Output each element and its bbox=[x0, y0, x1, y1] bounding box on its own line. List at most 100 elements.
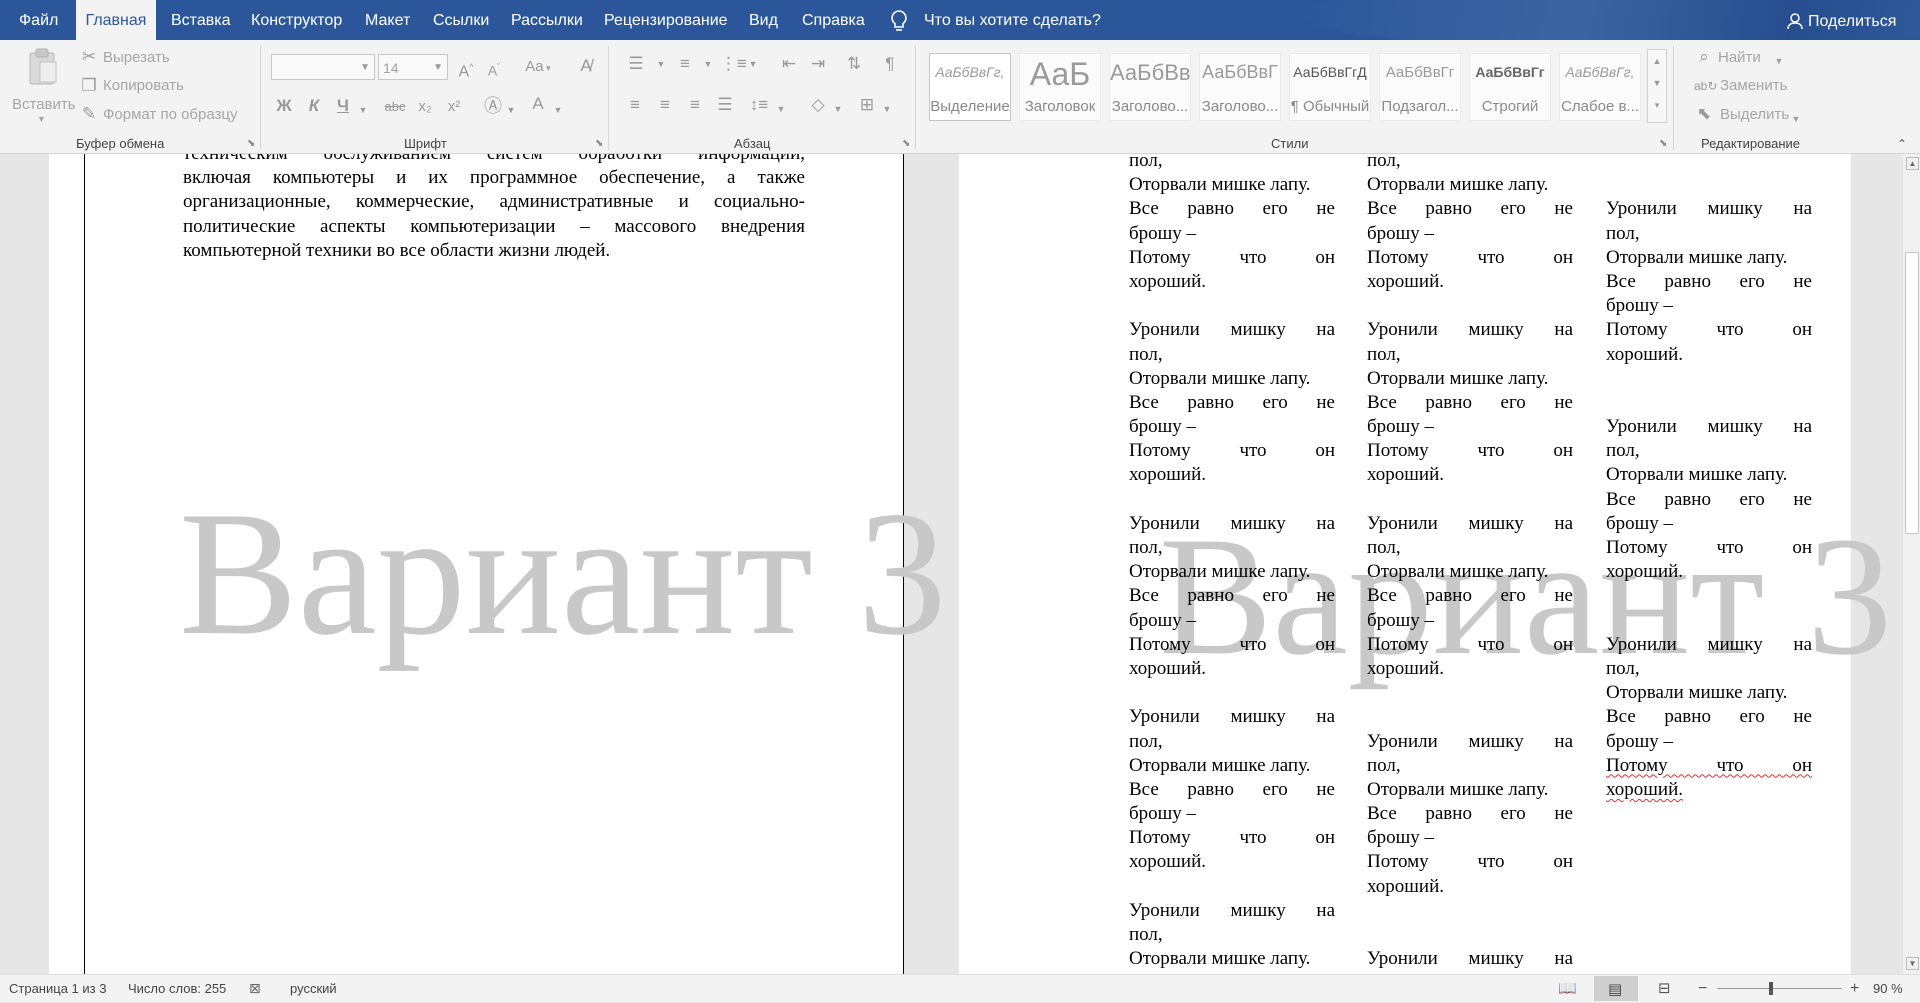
select-button[interactable]: Выделить bbox=[1720, 106, 1789, 123]
font-name-combo[interactable]: ▼ bbox=[271, 54, 375, 80]
tell-me-search[interactable]: Что вы хотите сделать? bbox=[924, 0, 1101, 40]
styles-gallery-scroll[interactable]: ▲ ▼ ▾ bbox=[1647, 49, 1667, 123]
bullets-icon[interactable]: ☰ bbox=[623, 54, 649, 74]
dialog-launcher-icon[interactable]: ⬊ bbox=[1659, 138, 1667, 149]
read-mode-icon[interactable]: 📖 bbox=[1558, 975, 1577, 1002]
tab-references[interactable]: Ссылки bbox=[433, 0, 489, 40]
cut-button[interactable]: Вырезать bbox=[103, 49, 170, 66]
web-layout-icon[interactable]: ⊟ bbox=[1658, 975, 1671, 1002]
chevron-down-icon[interactable]: ▼ bbox=[1773, 51, 1785, 71]
shading-icon[interactable]: ◇ bbox=[806, 95, 830, 115]
style-heading-2[interactable]: АаБбВвГ Заголово... bbox=[1199, 53, 1281, 121]
chevron-down-icon[interactable]: ▼ bbox=[775, 99, 787, 119]
chevron-down-icon[interactable]: ▼ bbox=[1648, 72, 1666, 94]
zoom-level[interactable]: 90 % bbox=[1873, 975, 1903, 1002]
tab-review[interactable]: Рецензирование bbox=[604, 0, 728, 40]
person-icon[interactable] bbox=[1786, 12, 1804, 30]
style-emphasis[interactable]: АаБбВвГг, Выделение bbox=[929, 53, 1011, 121]
tab-view[interactable]: Вид bbox=[749, 0, 778, 40]
dialog-launcher-icon[interactable]: ⬊ bbox=[902, 138, 910, 149]
text-effects-icon[interactable]: Ⓐ bbox=[481, 96, 505, 116]
vertical-scrollbar[interactable]: ▲ ▼ bbox=[1903, 154, 1920, 974]
chevron-down-icon[interactable]: ▼ bbox=[655, 54, 667, 74]
tab-layout[interactable]: Макет bbox=[365, 0, 410, 40]
three-column-text[interactable]: пол, Оторвали мишке лапу. Все равно его не… bbox=[1129, 154, 1829, 974]
chevron-up-icon[interactable]: ▲ bbox=[1906, 157, 1919, 170]
numbering-icon[interactable]: ≡ bbox=[672, 54, 698, 74]
style-normal[interactable]: АаБбВвГгД ¶ Обычный bbox=[1289, 53, 1371, 121]
chevron-down-icon[interactable]: ▼ bbox=[505, 100, 517, 120]
chevron-down-icon[interactable]: ▼ bbox=[357, 100, 369, 120]
zoom-slider[interactable] bbox=[1717, 988, 1842, 989]
tab-design[interactable]: Конструктор bbox=[251, 0, 342, 40]
decrease-indent-icon[interactable]: ⇤ bbox=[777, 54, 801, 74]
style-subtle-emphasis[interactable]: АаБбВвГг, Слабое в... bbox=[1559, 53, 1641, 121]
tab-mailings[interactable]: Рассылки bbox=[511, 0, 583, 40]
pilcrow-icon[interactable]: ¶ bbox=[879, 54, 901, 74]
line-spacing-icon[interactable]: ↕≡ bbox=[747, 95, 771, 115]
sort-icon[interactable]: ⇅ bbox=[843, 54, 865, 74]
grow-font-icon[interactable]: A^ bbox=[456, 57, 476, 82]
multilevel-list-icon[interactable]: ⋮≡ bbox=[720, 54, 747, 74]
bold-icon[interactable]: Ж bbox=[274, 96, 294, 116]
align-right-icon[interactable]: ≡ bbox=[683, 95, 707, 115]
change-case-icon[interactable]: Aa ▾ bbox=[521, 57, 555, 78]
print-layout-button[interactable]: ▤ bbox=[1594, 976, 1638, 1001]
font-size-combo[interactable]: 14 ▼ bbox=[378, 54, 448, 80]
collapse-ribbon-icon[interactable]: ⌃ bbox=[1894, 134, 1910, 154]
find-button[interactable]: Найти bbox=[1718, 49, 1761, 66]
shrink-font-icon[interactable]: Aˇ bbox=[484, 57, 504, 81]
replace-button[interactable]: Заменить bbox=[1720, 77, 1787, 94]
word-count[interactable]: Число слов: 255 bbox=[128, 975, 226, 1002]
chevron-down-icon[interactable]: ▼ bbox=[702, 54, 714, 74]
chevron-down-icon[interactable]: ▼ bbox=[881, 99, 893, 119]
chevron-down-icon[interactable]: ▼ bbox=[747, 54, 759, 74]
zoom-out-icon[interactable]: − bbox=[1698, 975, 1707, 1002]
dialog-launcher-icon[interactable]: ⬊ bbox=[247, 138, 255, 149]
tab-help[interactable]: Справка bbox=[802, 0, 865, 40]
body-paragraph[interactable]: техническим обслуживанием систем обработ… bbox=[183, 154, 805, 263]
dialog-launcher-icon[interactable]: ⬊ bbox=[595, 138, 603, 149]
tab-home[interactable]: Главная bbox=[76, 0, 156, 40]
page-count[interactable]: Страница 1 из 3 bbox=[9, 975, 106, 1002]
clear-formatting-icon[interactable]: A̸ bbox=[575, 56, 597, 76]
italic-icon[interactable]: К bbox=[304, 96, 324, 116]
zoom-in-icon[interactable]: + bbox=[1850, 975, 1859, 1002]
chevron-down-icon[interactable]: ▼ bbox=[832, 99, 844, 119]
gallery-more-icon[interactable]: ▾ bbox=[1648, 94, 1666, 116]
chevron-down-icon[interactable]: ▼ bbox=[552, 100, 564, 120]
underline-icon[interactable]: Ч bbox=[333, 96, 353, 116]
style-heading[interactable]: АаБ Заголовок bbox=[1019, 53, 1101, 121]
tab-insert[interactable]: Вставка bbox=[171, 0, 230, 40]
poem-line: пол, bbox=[1606, 657, 1640, 679]
superscript-icon[interactable]: x² bbox=[443, 97, 465, 117]
font-color-icon[interactable]: A bbox=[528, 94, 548, 114]
style-strong[interactable]: АаБбВвГг Строгий bbox=[1469, 53, 1551, 121]
increase-indent-icon[interactable]: ⇥ bbox=[806, 54, 830, 74]
paste-button[interactable]: Вставить ▼ bbox=[12, 46, 76, 126]
justify-icon[interactable]: ☰ bbox=[713, 95, 737, 115]
proofing-icon[interactable]: ⊠ bbox=[249, 975, 261, 1002]
style-subtitle[interactable]: АаБбВвГг Подзагол... bbox=[1379, 53, 1461, 121]
copy-button[interactable]: Копировать bbox=[103, 77, 184, 94]
chevron-down-icon[interactable]: ▼ bbox=[1790, 109, 1802, 129]
chevron-up-icon[interactable]: ▲ bbox=[1648, 50, 1666, 72]
subscript-icon[interactable]: x₂ bbox=[414, 97, 436, 117]
borders-icon[interactable]: ⊞ bbox=[855, 95, 879, 115]
format-painter-button[interactable]: Формат по образцу bbox=[103, 106, 238, 123]
language[interactable]: русский bbox=[290, 975, 337, 1002]
align-left-icon[interactable]: ≡ bbox=[623, 95, 647, 115]
tab-file[interactable]: Файл bbox=[19, 0, 58, 40]
strikethrough-icon[interactable]: abc bbox=[381, 97, 409, 117]
align-center-icon[interactable]: ≡ bbox=[653, 95, 677, 115]
scrollbar-thumb[interactable] bbox=[1905, 252, 1919, 534]
replace-icon: ab↻ bbox=[1694, 79, 1718, 93]
lightbulb-icon[interactable] bbox=[888, 9, 910, 33]
zoom-slider-thumb[interactable] bbox=[1769, 982, 1773, 995]
style-heading-1[interactable]: АаБбВв Заголово... bbox=[1109, 53, 1191, 121]
chevron-down-icon[interactable]: ▼ bbox=[1906, 957, 1919, 970]
share-button[interactable]: Поделиться bbox=[1808, 0, 1896, 40]
